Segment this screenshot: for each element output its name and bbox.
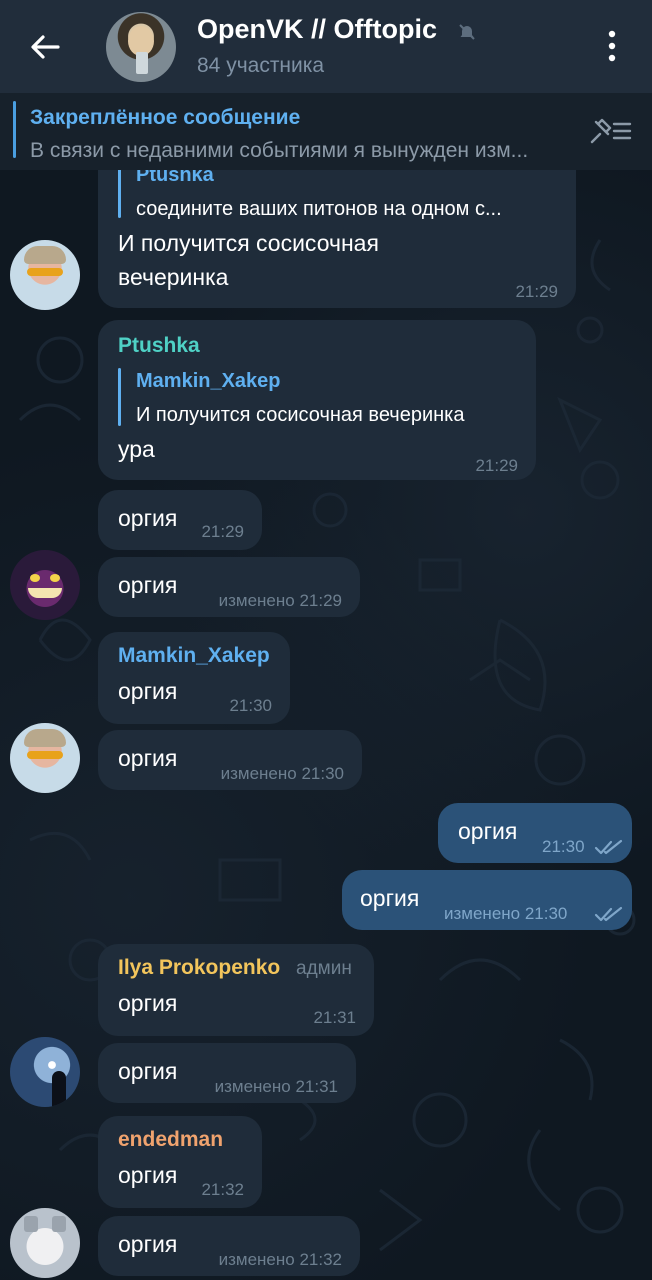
avatar[interactable] bbox=[10, 1037, 80, 1107]
message-time: изменено 21:31 bbox=[214, 1077, 338, 1096]
message-text: оргия bbox=[458, 818, 518, 844]
message-bubble-outgoing[interactable]: оргия изменено 21:30 bbox=[342, 870, 632, 930]
message-time: 21:32 bbox=[201, 1180, 244, 1199]
avatar[interactable] bbox=[10, 240, 80, 310]
message-text: оргия bbox=[118, 1058, 178, 1084]
message-bubble[interactable]: Ptushka соедините ваших питонов на одном… bbox=[98, 150, 576, 308]
message-time: 21:31 bbox=[313, 1008, 356, 1027]
message-time: 21:29 bbox=[201, 522, 244, 541]
message-text: ура bbox=[118, 436, 155, 462]
avatar[interactable] bbox=[10, 550, 80, 620]
pinned-title: Закреплённое сообщение bbox=[30, 106, 301, 129]
message-text: оргия bbox=[118, 1231, 178, 1257]
message-text: оргия bbox=[360, 885, 420, 911]
arrow-left-icon[interactable] bbox=[28, 30, 62, 64]
message-text: оргия bbox=[118, 1162, 178, 1188]
pinned-text[interactable]: В связи с недавними событиями я вынужден… bbox=[30, 139, 580, 163]
reply-text: соедините ваших питонов на одном с... bbox=[136, 198, 502, 220]
chat-title[interactable]: OpenVK // Offtopic bbox=[197, 14, 437, 45]
message-bubble[interactable]: Ilya Prokopenko админ оргия 21:31 bbox=[98, 944, 374, 1036]
admin-badge: админ bbox=[296, 958, 352, 979]
double-check-icon bbox=[594, 839, 623, 855]
sender-name[interactable]: endedman bbox=[118, 1128, 223, 1152]
pinned-indicator bbox=[13, 101, 16, 158]
muted-bell-icon bbox=[459, 24, 475, 40]
message-bubble[interactable]: оргия изменено 21:32 bbox=[98, 1216, 360, 1276]
reply-quote-bar bbox=[118, 368, 121, 426]
pinned-list-icon[interactable] bbox=[588, 116, 632, 146]
message-bubble[interactable]: оргия изменено 21:29 bbox=[98, 557, 360, 617]
reply-text: И получится сосисочная вечеринка bbox=[136, 404, 465, 426]
message-text: оргия bbox=[118, 745, 178, 771]
message-bubble[interactable]: Ptushka Mamkin_Xakep И получится сосисоч… bbox=[98, 320, 536, 480]
message-time: изменено 21:29 bbox=[218, 591, 342, 610]
message-bubble[interactable]: оргия изменено 21:31 bbox=[98, 1043, 356, 1103]
message-text: оргия bbox=[118, 505, 178, 531]
message-bubble[interactable]: оргия 21:29 bbox=[98, 490, 262, 550]
message-time: изменено 21:30 bbox=[444, 904, 568, 923]
message-bubble[interactable]: оргия изменено 21:30 bbox=[98, 730, 362, 790]
vertical-dots-icon[interactable] bbox=[600, 28, 624, 64]
chat-avatar[interactable] bbox=[106, 12, 176, 82]
message-bubble-outgoing[interactable]: оргия 21:30 bbox=[438, 803, 632, 863]
message-time: изменено 21:30 bbox=[220, 764, 344, 783]
sender-name[interactable]: Ilya Prokopenko bbox=[118, 956, 280, 980]
message-text: И получится сосисочная bbox=[118, 230, 379, 256]
chat-header: OpenVK // Offtopic 84 участника bbox=[0, 0, 652, 93]
message-text: оргия bbox=[118, 990, 178, 1016]
double-check-icon bbox=[594, 906, 623, 922]
participants-count: 84 участника bbox=[197, 54, 325, 77]
message-text: оргия bbox=[118, 678, 178, 704]
message-time: изменено 21:32 bbox=[218, 1250, 342, 1269]
sender-name[interactable]: Mamkin_Xakep bbox=[118, 644, 270, 668]
avatar[interactable] bbox=[10, 1208, 80, 1278]
reply-quote-bar bbox=[118, 164, 121, 218]
message-bubble[interactable]: endedman оргия 21:32 bbox=[98, 1116, 262, 1208]
message-time: 21:29 bbox=[475, 456, 518, 475]
message-text: вечеринка bbox=[118, 264, 229, 290]
avatar[interactable] bbox=[10, 723, 80, 793]
message-time: 21:30 bbox=[229, 696, 272, 715]
message-text: оргия bbox=[118, 572, 178, 598]
sender-name[interactable]: Ptushka bbox=[118, 334, 200, 358]
reply-sender: Mamkin_Xakep bbox=[136, 370, 281, 392]
message-time: 21:30 bbox=[542, 837, 585, 856]
message-time: 21:29 bbox=[515, 282, 558, 301]
message-bubble[interactable]: Mamkin_Xakep оргия 21:30 bbox=[98, 632, 290, 724]
